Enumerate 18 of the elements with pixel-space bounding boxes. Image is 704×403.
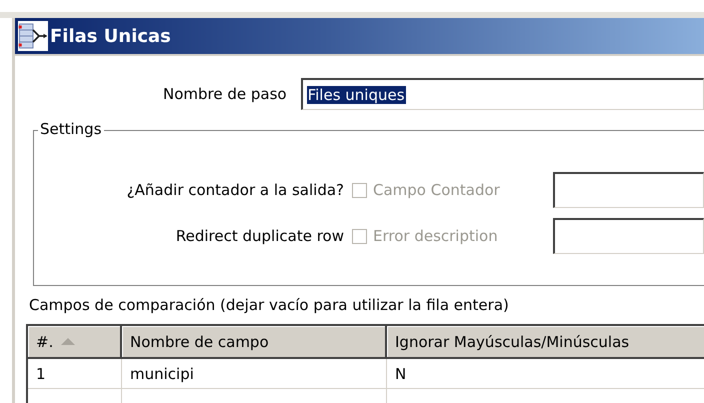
table-cell: N (387, 359, 704, 389)
column-header[interactable]: Ignorar Mayúsculas/Minúsculas (387, 326, 704, 359)
setting-label: ¿Añadir contador a la salida? (126, 181, 344, 199)
table-cell: municipi (122, 359, 387, 389)
app-icon (18, 21, 48, 51)
window-title: Filas Unicas (50, 26, 171, 46)
step-name-field[interactable]: Files uniques (300, 78, 704, 110)
text-field[interactable] (553, 218, 704, 254)
table-caption: Campos de comparación (dejar vacío para utilizar la fila entera) (29, 296, 510, 314)
table-cell: 1 (28, 359, 122, 389)
field-label: Campo Contador (373, 181, 501, 199)
field-label: Error description (373, 227, 499, 245)
column-header[interactable]: #. (28, 326, 122, 359)
setting-label: Redirect duplicate row (174, 227, 344, 245)
step-name-label: Nombre de paso (163, 85, 287, 103)
group-title: Settings (38, 120, 104, 138)
text-field[interactable] (553, 172, 704, 208)
column-header[interactable]: Nombre de campo (122, 326, 387, 359)
